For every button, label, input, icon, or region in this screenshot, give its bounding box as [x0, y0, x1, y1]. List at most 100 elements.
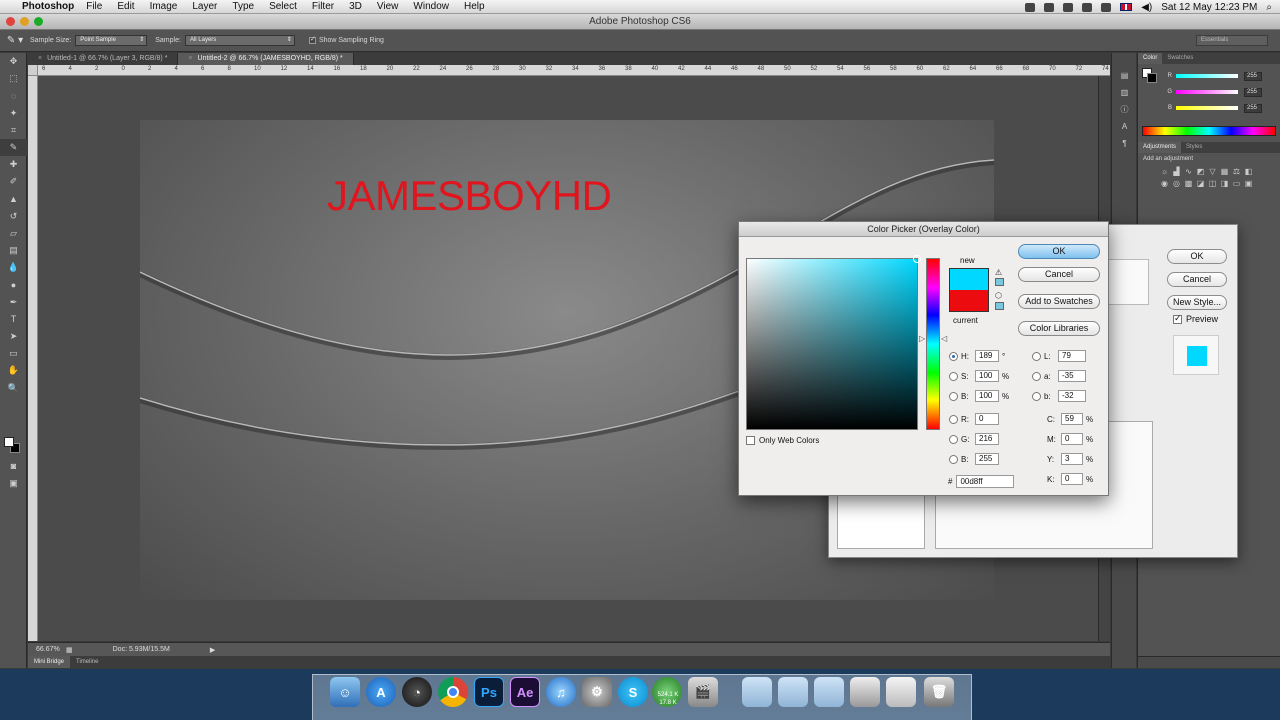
- brush-tool-icon[interactable]: ✐: [0, 173, 27, 190]
- green-slider[interactable]: [1176, 90, 1238, 94]
- close-tab-icon[interactable]: ×: [38, 55, 42, 62]
- color-libraries-button[interactable]: Color Libraries: [1018, 321, 1100, 336]
- menu-help[interactable]: Help: [464, 1, 485, 12]
- pen-tool-icon[interactable]: ✒: [0, 294, 27, 311]
- applications-folder-icon[interactable]: [742, 677, 772, 707]
- yellow-input[interactable]: 3: [1061, 453, 1083, 465]
- horizontal-ruler[interactable]: 6 4 2 0 2 4 6 8 10 12 14 16 18 20 22 24 26 28 30 32 34 36 38 40…: [38, 65, 1110, 76]
- quick-select-tool-icon[interactable]: ✦: [0, 105, 27, 122]
- brightness-icon[interactable]: ☼: [1160, 167, 1169, 176]
- menu-view[interactable]: View: [377, 1, 399, 12]
- clone-stamp-tool-icon[interactable]: ▲: [0, 191, 27, 208]
- green-radio[interactable]: [949, 434, 958, 444]
- black-input[interactable]: 0: [1061, 473, 1083, 485]
- lab-l-input[interactable]: 79: [1058, 350, 1086, 362]
- brightness-input[interactable]: 100: [975, 390, 999, 402]
- status-menu-arrow-icon[interactable]: ▶: [210, 646, 215, 654]
- sample-select[interactable]: All Layers: [184, 35, 295, 46]
- blue-slider[interactable]: [1176, 106, 1238, 110]
- doc-tab-untitled-1[interactable]: × Untitled-1 @ 66.7% (Layer 3, RGB/8) *: [28, 53, 179, 65]
- healing-brush-tool-icon[interactable]: ✚: [0, 156, 27, 173]
- zoom-level[interactable]: 66.67%: [28, 646, 66, 653]
- threshold-icon[interactable]: ◨: [1220, 179, 1229, 188]
- blue-value[interactable]: 255: [1244, 103, 1262, 113]
- red-input[interactable]: 0: [975, 413, 999, 425]
- hue-slider[interactable]: [926, 258, 940, 430]
- picker-ok-button[interactable]: OK: [1018, 244, 1100, 259]
- brightness-radio[interactable]: [949, 391, 958, 401]
- screen-mode-icon[interactable]: ▣: [0, 475, 27, 492]
- eyedropper-tool-icon[interactable]: ✎: [0, 138, 27, 157]
- saturation-brightness-field[interactable]: [746, 255, 921, 430]
- out-of-gamut-warning-icon[interactable]: ⚠: [995, 268, 1002, 277]
- hue-input[interactable]: 189: [975, 350, 999, 362]
- history-brush-tool-icon[interactable]: ↺: [0, 208, 27, 225]
- eyedropper-tool-preset-icon[interactable]: ✎ ▾: [0, 35, 30, 46]
- levels-icon[interactable]: ▟: [1172, 167, 1181, 176]
- info-panel-icon[interactable]: ⓘ: [1112, 101, 1137, 118]
- menu-filter[interactable]: Filter: [312, 1, 334, 12]
- hue-saturation-icon[interactable]: ▦: [1220, 167, 1229, 176]
- app-store-icon[interactable]: A: [366, 677, 396, 707]
- invert-icon[interactable]: ◪: [1196, 179, 1205, 188]
- quick-mask-icon[interactable]: ◙: [0, 457, 27, 474]
- current-color-swatch[interactable]: [949, 290, 989, 312]
- blur-tool-icon[interactable]: 💧: [0, 259, 27, 276]
- workspace-switcher[interactable]: Essentials: [1196, 35, 1268, 46]
- photo-filter-icon[interactable]: ◉: [1160, 179, 1169, 188]
- dashboard-icon[interactable]: ◔: [402, 677, 432, 707]
- posterize-icon[interactable]: ◫: [1208, 179, 1217, 188]
- type-tool-icon[interactable]: T: [0, 311, 27, 328]
- preview-toggle[interactable]: ✓ Preview: [1173, 313, 1218, 324]
- tab-styles[interactable]: Styles: [1181, 142, 1207, 153]
- black-white-icon[interactable]: ◧: [1244, 167, 1253, 176]
- trash-icon[interactable]: 🗑: [924, 677, 954, 707]
- chrome-icon[interactable]: [438, 677, 468, 707]
- marquee-tool-icon[interactable]: ⬚: [0, 70, 27, 87]
- wifi-icon[interactable]: [1101, 2, 1112, 12]
- menu-select[interactable]: Select: [269, 1, 297, 12]
- layer-style-cancel-button[interactable]: Cancel: [1167, 272, 1227, 287]
- exposure-icon[interactable]: ◩: [1196, 167, 1205, 176]
- eraser-tool-icon[interactable]: ▱: [0, 225, 27, 242]
- canvas-title-text[interactable]: JAMESBOYHD: [327, 172, 612, 220]
- move-tool-icon[interactable]: ✥: [0, 53, 27, 70]
- saturation-radio[interactable]: [949, 371, 958, 381]
- color-picker-title[interactable]: Color Picker (Overlay Color): [739, 222, 1108, 237]
- minimize-window-icon[interactable]: [20, 17, 29, 26]
- lab-b-radio[interactable]: [1032, 391, 1041, 401]
- sampling-ring-checkbox[interactable]: [308, 35, 316, 44]
- tab-color[interactable]: Color: [1138, 53, 1163, 64]
- preview-checkbox[interactable]: ✓: [1173, 313, 1182, 324]
- red-slider[interactable]: [1176, 74, 1238, 78]
- hue-radio[interactable]: [949, 351, 958, 361]
- folder-icon[interactable]: [814, 677, 844, 707]
- menu-file[interactable]: File: [86, 1, 102, 12]
- shape-tool-icon[interactable]: ▭: [0, 345, 27, 362]
- tab-timeline[interactable]: Timeline: [70, 656, 104, 668]
- blue-input[interactable]: 255: [975, 453, 999, 465]
- close-window-icon[interactable]: [6, 17, 15, 26]
- menu-edit[interactable]: Edit: [117, 1, 134, 12]
- input-source-flag-icon[interactable]: [1120, 3, 1133, 11]
- saturation-input[interactable]: 100: [975, 370, 999, 382]
- green-value[interactable]: 255: [1244, 87, 1262, 97]
- tab-adjustments[interactable]: Adjustments: [1138, 142, 1182, 153]
- new-style-button[interactable]: New Style...: [1167, 295, 1227, 310]
- gamut-color-chip[interactable]: [995, 278, 1004, 286]
- character-panel-icon[interactable]: A: [1112, 118, 1137, 135]
- gradient-map-icon[interactable]: ▭: [1232, 179, 1241, 188]
- channel-mixer-icon[interactable]: ◎: [1172, 179, 1181, 188]
- hex-input[interactable]: 00d8ff: [956, 475, 1015, 488]
- timemachine-icon[interactable]: [1063, 2, 1074, 12]
- color-spectrum-bar[interactable]: [1142, 126, 1276, 136]
- menu-image[interactable]: Image: [150, 1, 178, 12]
- tab-mini-bridge[interactable]: Mini Bridge: [28, 656, 71, 668]
- color-lookup-icon[interactable]: ▩: [1184, 179, 1193, 188]
- hue-slider-right-arrow-icon[interactable]: ◁: [941, 334, 947, 343]
- menu-3d[interactable]: 3D: [349, 1, 362, 12]
- zoom-tool-icon[interactable]: 🔍: [0, 380, 27, 397]
- menubar-clock[interactable]: Sat 12 May 12:23 PM: [1161, 2, 1257, 13]
- red-value[interactable]: 255: [1244, 71, 1262, 81]
- color-balance-icon[interactable]: ⚖: [1232, 167, 1241, 176]
